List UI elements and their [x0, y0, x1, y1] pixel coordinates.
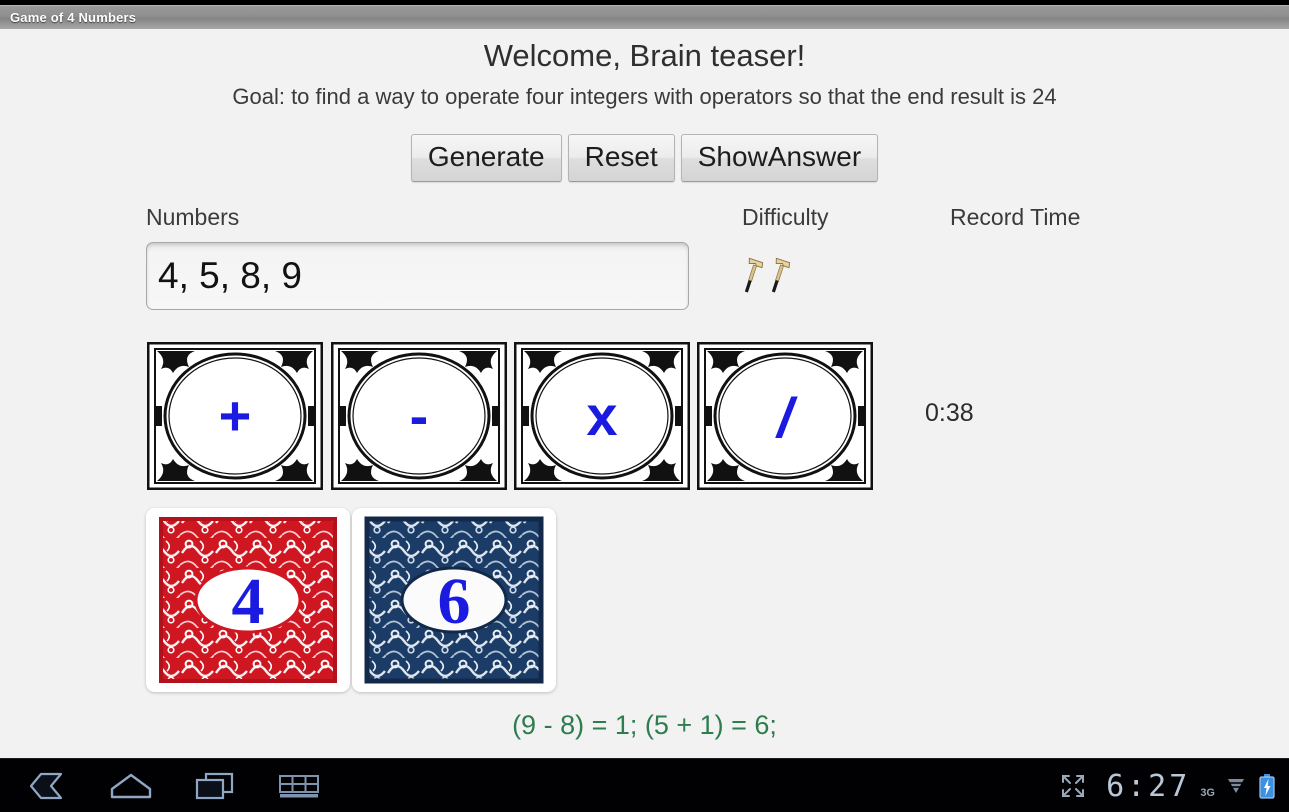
status-icon-group: 6:27 3G [1050, 759, 1277, 812]
operator-card-multiply[interactable]: x [514, 342, 690, 491]
keyboard-icon[interactable] [276, 768, 322, 804]
signal-icon [1225, 768, 1247, 804]
app-content: Welcome, Brain teaser! Goal: to find a w… [0, 29, 1289, 758]
operator-glyph: + [219, 384, 252, 447]
operator-glyph: x [586, 384, 617, 447]
operator-glyph: - [410, 384, 429, 447]
action-button-row: Generate Reset ShowAnswer [0, 134, 1289, 183]
generate-button[interactable]: Generate [410, 134, 562, 183]
numbers-input[interactable]: 4, 5, 8, 9 [146, 242, 689, 311]
recents-icon[interactable] [192, 768, 238, 804]
nav-button-group [0, 759, 322, 812]
number-card-4[interactable]: 4 [146, 508, 350, 693]
home-icon[interactable] [108, 768, 154, 804]
network-type-label: 3G [1200, 787, 1215, 799]
window-title-bar: Game of 4 Numbers [0, 5, 1289, 29]
column-labels-row: Numbers Difficulty Record Time [0, 204, 1289, 238]
android-navigation-bar: 6:27 3G [0, 758, 1289, 812]
welcome-heading: Welcome, Brain teaser! [483, 38, 806, 73]
battery-charging-icon [1257, 768, 1277, 804]
record-time-label: Record Time [950, 204, 1081, 231]
numbers-label: Numbers [146, 204, 240, 231]
expand-icon[interactable] [1050, 768, 1096, 804]
show-answer-button[interactable]: ShowAnswer [680, 134, 879, 183]
operator-card-plus[interactable]: + [147, 342, 323, 491]
hammer-icon [744, 258, 764, 293]
difficulty-label: Difficulty [742, 204, 829, 231]
reset-button[interactable]: Reset [567, 134, 675, 183]
operator-card-row: + - x / 0:38 [0, 342, 1289, 494]
device-screen: Game of 4 Numbers Welcome, Brain teaser!… [0, 0, 1289, 812]
number-card-value: 4 [232, 565, 265, 638]
hammer-icon [771, 258, 791, 293]
back-icon[interactable] [24, 768, 70, 804]
number-card-value: 6 [438, 565, 471, 638]
number-card-row: 4 6 [0, 508, 1289, 693]
window-title: Game of 4 Numbers [10, 10, 137, 25]
operator-card-minus[interactable]: - [331, 342, 507, 491]
system-clock: 6:27 [1106, 768, 1191, 804]
difficulty-rating [740, 256, 791, 296]
number-card-6[interactable]: 6 [352, 508, 556, 693]
goal-text: Goal: to find a way to operate four inte… [232, 84, 1057, 109]
operator-card-divide[interactable]: / [697, 342, 873, 491]
fields-row: 4, 5, 8, 9 [0, 242, 1289, 314]
answer-text: (9 - 8) = 1; (5 + 1) = 6; [512, 710, 777, 741]
timer-value: 0:38 [925, 399, 974, 428]
